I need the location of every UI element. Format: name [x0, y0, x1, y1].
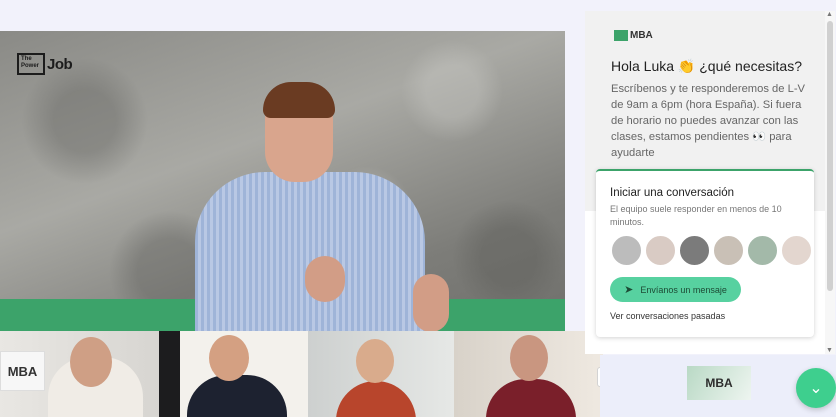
participant-thumb-3[interactable]: [308, 331, 454, 417]
avatar: [644, 234, 677, 267]
send-message-button[interactable]: ➤ Envíanos un mensaje: [610, 277, 741, 302]
logo-box: The Power: [17, 53, 45, 75]
participant-thumb-4[interactable]: [454, 331, 603, 417]
mba-thumbnail[interactable]: MBA: [687, 366, 751, 400]
participant-face: [510, 335, 548, 381]
scroll-up-icon[interactable]: ▲: [826, 11, 833, 18]
participant-face: [356, 339, 394, 383]
participant-thumb-2[interactable]: [159, 331, 308, 417]
conversation-card: Iniciar una conversación El equipo suele…: [596, 169, 814, 337]
participant: [336, 381, 416, 417]
chat-brand: MBA: [630, 30, 653, 41]
avatar: [678, 234, 711, 267]
brand-mark: [614, 30, 628, 41]
presenter: [195, 82, 455, 331]
avatar: [780, 234, 813, 267]
send-message-label: Envíanos un mensaje: [640, 284, 727, 295]
scroll-down-icon[interactable]: ▼: [826, 347, 833, 354]
participant-thumb-1[interactable]: MBA: [0, 331, 159, 417]
past-conversations-link[interactable]: Ver conversaciones pasadas: [610, 311, 725, 321]
participant-face: [70, 337, 112, 387]
avatar: [746, 234, 779, 267]
avatar: [610, 234, 643, 267]
conversation-card-title: Iniciar una conversación: [610, 187, 735, 199]
chat-toggle-button[interactable]: ⌄: [796, 368, 836, 408]
chevron-down-icon: ⌄: [809, 380, 823, 397]
scrollbar-thumb[interactable]: [827, 21, 833, 291]
chat-greeting: Hola Luka 👏 ¿qué necesitas?: [611, 58, 802, 74]
chat-brand-logo: MBA: [614, 30, 653, 41]
participant: [187, 375, 287, 417]
logo-word: Job: [47, 55, 73, 73]
team-avatars: [610, 234, 813, 267]
send-icon: ➤: [624, 284, 634, 296]
avatar: [712, 234, 745, 267]
participant-face: [209, 335, 249, 381]
mba-logo: MBA: [0, 351, 45, 391]
chat-scrollbar[interactable]: ▲ ▼: [825, 11, 835, 354]
participant: [486, 379, 576, 417]
conversation-card-subtitle: El equipo suele responder en menos de 10…: [610, 204, 782, 227]
main-video[interactable]: [0, 31, 565, 331]
chat-intro: Escríbenos y te responderemos de L-V de …: [611, 83, 806, 159]
the-power-job-logo: The Power Job: [17, 53, 73, 75]
chat-panel: MBA Hola Luka 👏 ¿qué necesitas? Escríben…: [585, 11, 825, 354]
